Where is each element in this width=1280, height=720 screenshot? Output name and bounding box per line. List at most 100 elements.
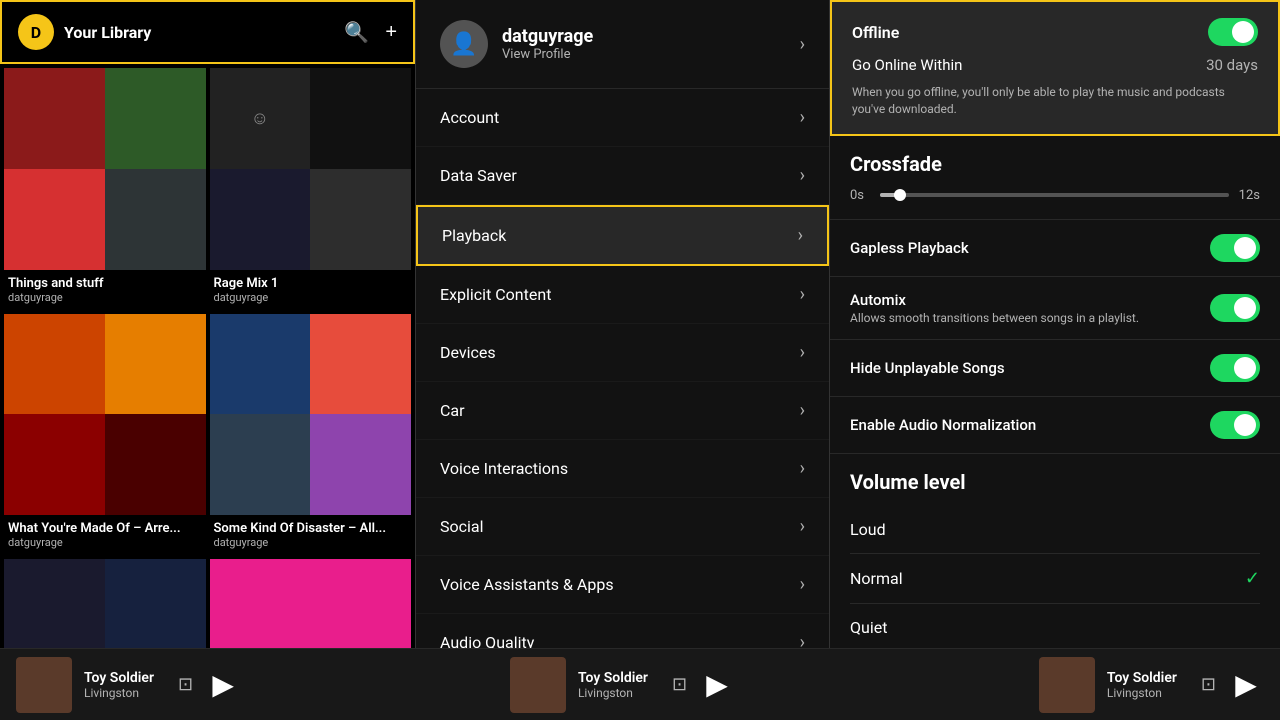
settings-item-devices[interactable]: Devices ›	[416, 324, 829, 382]
logo: D	[18, 14, 54, 50]
list-item[interactable]: ☺ Rage Mix 1 datguyrage	[210, 68, 412, 310]
chevron-right-icon: ›	[800, 458, 805, 479]
player-middle: Toy Soldier Livingston ⊡ ▶	[415, 657, 830, 713]
album-art-right	[1039, 657, 1095, 713]
toggle-title: Enable Audio Normalization	[850, 416, 1036, 434]
device-button-left[interactable]: ⊡	[178, 674, 193, 695]
settings-item-playback[interactable]: Playback ›	[416, 205, 829, 266]
profile-name: datguyrage	[502, 26, 593, 47]
player-artist-left: Livingston	[84, 686, 154, 700]
toggle-title: Gapless Playback	[850, 239, 969, 257]
item-subtitle: datguyrage	[214, 536, 408, 549]
header-left: D Your Library	[18, 14, 151, 50]
play-button-left[interactable]: ▶	[205, 667, 241, 703]
volume-option-loud[interactable]: Loud	[850, 506, 1260, 554]
item-subtitle: datguyrage	[8, 536, 202, 549]
player-right: Toy Soldier Livingston ⊡ ▶	[830, 657, 1280, 713]
settings-item-voice-interactions[interactable]: Voice Interactions ›	[416, 440, 829, 498]
player-artist-right: Livingston	[1107, 686, 1177, 700]
player-title-middle: Toy Soldier	[578, 670, 648, 686]
go-online-row: Go Online Within 30 days	[852, 56, 1258, 74]
player-title-left: Toy Soldier	[84, 670, 154, 686]
player-left: Toy Soldier Livingston ⊡ ▶	[0, 657, 415, 713]
library-title: Your Library	[64, 23, 151, 42]
play-button-right[interactable]: ▶	[1228, 667, 1264, 703]
go-online-value: 30 days	[1206, 56, 1258, 74]
gapless-toggle[interactable]	[1210, 234, 1260, 262]
audio-normalization-row: Enable Audio Normalization	[830, 397, 1280, 454]
library-grid: Things and stuff datguyrage ☺ Rage Mix 1…	[0, 64, 415, 648]
toggle-label-automix: Automix Allows smooth transitions betwee…	[850, 291, 1139, 325]
chevron-right-icon: ›	[800, 34, 805, 55]
toggle-label-normalization: Enable Audio Normalization	[850, 416, 1036, 434]
settings-item-car[interactable]: Car ›	[416, 382, 829, 440]
chevron-right-icon: ›	[800, 107, 805, 128]
audio-normalization-toggle[interactable]	[1210, 411, 1260, 439]
view-profile-link[interactable]: View Profile	[502, 47, 593, 62]
automix-row: Automix Allows smooth transitions betwee…	[830, 277, 1280, 340]
profile-section[interactable]: 👤 datguyrage View Profile ›	[416, 0, 829, 89]
list-item[interactable]: Things and stuff datguyrage	[4, 68, 206, 310]
settings-label: Social	[440, 517, 483, 536]
middle-panel: 👤 datguyrage View Profile › Account › Da…	[415, 0, 830, 648]
settings-label: Voice Assistants & Apps	[440, 575, 614, 594]
add-button[interactable]: +	[385, 20, 397, 45]
offline-toggle[interactable]	[1208, 18, 1258, 46]
search-button[interactable]: 🔍	[344, 20, 369, 45]
chevron-right-icon: ›	[798, 225, 803, 246]
player-info-right: Toy Soldier Livingston	[1107, 670, 1177, 700]
toggle-title: Hide Unplayable Songs	[850, 359, 1005, 377]
settings-item-voice-assistants[interactable]: Voice Assistants & Apps ›	[416, 556, 829, 614]
device-button-right[interactable]: ⊡	[1201, 674, 1216, 695]
volume-section: Volume level Loud Normal ✓ Quiet	[830, 454, 1280, 648]
list-item[interactable]: Some Kind Of Disaster – All... datguyrag…	[210, 314, 412, 556]
right-panel: Offline Go Online Within 30 days When yo…	[830, 0, 1280, 648]
settings-label: Devices	[440, 343, 496, 362]
settings-label: Explicit Content	[440, 285, 551, 304]
toggle-title: Automix	[850, 291, 1139, 309]
volume-label: Quiet	[850, 618, 887, 637]
player-bar: Toy Soldier Livingston ⊡ ▶ Toy Soldier L…	[0, 648, 1280, 720]
list-item[interactable]: Paradise Remixes datguyrage	[4, 559, 206, 648]
settings-label: Audio Quality	[440, 633, 534, 648]
chevron-right-icon: ›	[800, 400, 805, 421]
play-button-middle[interactable]: ▶	[699, 667, 735, 703]
settings-item-data-saver[interactable]: Data Saver ›	[416, 147, 829, 205]
settings-label: Data Saver	[440, 166, 517, 185]
hide-unplayable-row: Hide Unplayable Songs	[830, 340, 1280, 397]
list-item[interactable]: Your Top Your Top datguyrage	[210, 559, 412, 648]
offline-section: Offline Go Online Within 30 days When yo…	[830, 0, 1280, 136]
offline-label: Offline	[852, 23, 899, 42]
automix-toggle[interactable]	[1210, 294, 1260, 322]
settings-item-social[interactable]: Social ›	[416, 498, 829, 556]
go-online-label: Go Online Within	[852, 56, 962, 74]
settings-item-explicit[interactable]: Explicit Content ›	[416, 266, 829, 324]
library-header: D Your Library 🔍 +	[0, 0, 415, 64]
volume-label: Normal	[850, 569, 903, 588]
volume-option-quiet[interactable]: Quiet	[850, 604, 1260, 648]
player-info-middle: Toy Soldier Livingston	[578, 670, 648, 700]
gapless-row: Gapless Playback	[830, 220, 1280, 277]
item-title: Some Kind Of Disaster – All...	[214, 521, 408, 536]
chevron-right-icon: ›	[800, 574, 805, 595]
item-title: What You're Made Of – Arre...	[8, 521, 202, 536]
device-button-middle[interactable]: ⊡	[672, 674, 687, 695]
crossfade-slider[interactable]	[880, 193, 1229, 197]
chevron-right-icon: ›	[800, 516, 805, 537]
player-title-right: Toy Soldier	[1107, 670, 1177, 686]
volume-option-normal[interactable]: Normal ✓	[850, 554, 1260, 604]
hide-unplayable-toggle[interactable]	[1210, 354, 1260, 382]
item-subtitle: datguyrage	[214, 291, 408, 304]
slider-min-label: 0s	[850, 188, 870, 203]
offline-row: Offline	[852, 18, 1258, 46]
album-art-left	[16, 657, 72, 713]
settings-label: Playback	[442, 226, 506, 245]
settings-item-account[interactable]: Account ›	[416, 89, 829, 147]
profile-info: 👤 datguyrage View Profile	[440, 20, 593, 68]
list-item[interactable]: What You're Made Of – Arre... datguyrage	[4, 314, 206, 556]
toggle-label-hide: Hide Unplayable Songs	[850, 359, 1005, 377]
chevron-right-icon: ›	[800, 632, 805, 648]
item-title: Things and stuff	[8, 276, 202, 291]
player-artist-middle: Livingston	[578, 686, 648, 700]
settings-item-audio-quality[interactable]: Audio Quality ›	[416, 614, 829, 648]
